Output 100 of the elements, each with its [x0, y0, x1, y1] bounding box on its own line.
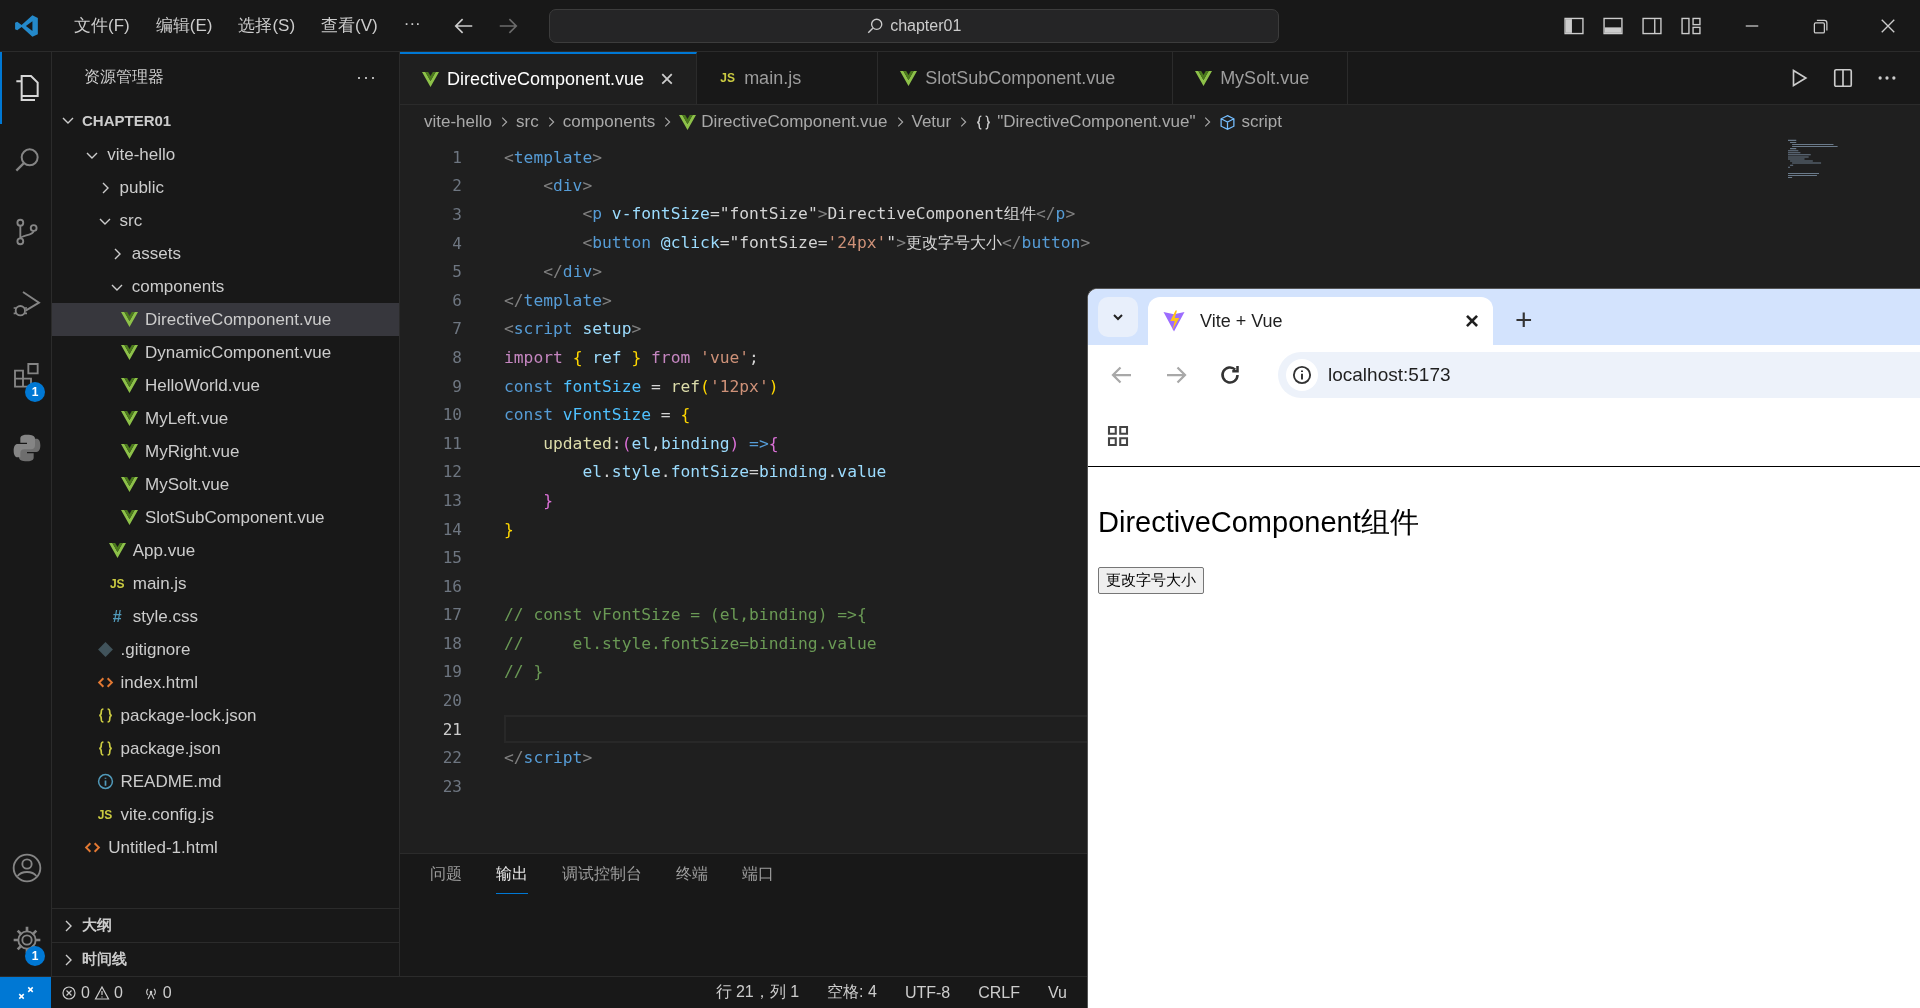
breadcrumb-item[interactable]: src: [516, 112, 539, 132]
status-item[interactable]: 空格: 4: [817, 982, 887, 1003]
js-file-icon: JS: [108, 576, 126, 591]
editor-tab[interactable]: MySolt.vue: [1173, 52, 1349, 104]
line-number: 6: [451, 290, 462, 310]
menu-item[interactable]: 选择(S): [228, 10, 306, 41]
status-item[interactable]: CRLF: [968, 982, 1030, 1003]
line-number: 23: [441, 776, 462, 796]
cube-icon: [1219, 113, 1237, 131]
reload-icon[interactable]: [1218, 363, 1242, 387]
section-header[interactable]: 大纲: [52, 908, 399, 942]
apps-grid-icon[interactable]: [1106, 423, 1130, 448]
code-line: updated:(el,binding) =>{: [542, 433, 779, 453]
menu-item[interactable]: ···: [393, 10, 431, 41]
file-tree-item[interactable]: assets: [52, 237, 399, 270]
code-line: }: [504, 519, 514, 539]
search-icon: [866, 16, 885, 35]
file-tree-item[interactable]: MyLeft.vue: [52, 402, 399, 435]
error-icon: [61, 984, 77, 1001]
file-tree-item[interactable]: components: [52, 270, 399, 303]
change-font-size-button[interactable]: 更改字号大小: [1098, 567, 1204, 594]
diamond-file-icon: [96, 641, 114, 658]
activity-bar-item[interactable]: 1: [0, 340, 51, 412]
breadcrumb-item[interactable]: "DirectiveComponent.vue": [997, 112, 1196, 132]
line-number: 2: [451, 176, 462, 196]
file-tree-item[interactable]: App.vue: [52, 534, 399, 567]
menu-item[interactable]: 查看(V): [311, 10, 388, 41]
breadcrumb-item[interactable]: script: [1241, 112, 1283, 132]
braces-file-icon: [96, 707, 114, 724]
line-number: 22: [441, 748, 462, 768]
new-tab-button[interactable]: +: [1515, 303, 1533, 337]
breadcrumb-item[interactable]: Vetur: [911, 112, 952, 132]
file-tree-item[interactable]: # style.css: [52, 600, 399, 633]
file-tree-item[interactable]: package.json: [52, 732, 399, 765]
close-tab-button[interactable]: ×: [1465, 307, 1479, 335]
close-tab-button[interactable]: ×: [660, 65, 675, 93]
account-icon: [10, 852, 43, 884]
line-number: 17: [441, 605, 462, 625]
breadcrumb-item[interactable]: components: [562, 112, 656, 132]
vue-file-icon: [121, 509, 138, 526]
editor-tab[interactable]: SlotSubComponent.vue: [878, 52, 1174, 104]
menu-item[interactable]: 文件(F): [64, 10, 140, 41]
line-number: 16: [441, 576, 462, 596]
file-tree-item[interactable]: DirectiveComponent.vue: [52, 303, 399, 336]
file-tree-item[interactable]: HelloWorld.vue: [52, 369, 399, 402]
panel-tab[interactable]: 问题: [430, 864, 462, 893]
page-paragraph: DirectiveComponent组件: [1098, 505, 1420, 540]
file-tree-item[interactable]: README.md: [52, 765, 399, 798]
file-tree-item[interactable]: MySolt.vue: [52, 468, 399, 501]
problems-status[interactable]: 0 0: [51, 983, 133, 1002]
file-tree-item[interactable]: vite-hello: [52, 138, 399, 171]
braces-file-icon: [96, 740, 114, 757]
vue-file-icon: [1195, 69, 1213, 87]
command-search-field[interactable]: chapter01: [548, 8, 1279, 43]
file-tree-item[interactable]: JS vite.config.js: [52, 798, 399, 831]
breadcrumb-item[interactable]: DirectiveComponent.vue: [701, 112, 888, 132]
panel-tab[interactable]: 输出: [496, 864, 528, 894]
file-tree-item[interactable]: package-lock.json: [52, 699, 399, 732]
menu-item[interactable]: 编辑(E): [145, 10, 223, 41]
section-header[interactable]: CHAPTER01: [52, 102, 399, 138]
editor-tab[interactable]: DirectiveComponent.vue ×: [400, 52, 698, 104]
status-item[interactable]: Vu: [1038, 982, 1077, 1003]
more-actions-button[interactable]: ···: [356, 66, 377, 88]
file-tree-item[interactable]: MyRight.vue: [52, 435, 399, 468]
vue-file-icon: [121, 377, 138, 394]
file-tree-item[interactable]: SlotSubComponent.vue: [52, 501, 399, 534]
panel-tab[interactable]: 端口: [742, 864, 774, 893]
code-line: <p v-fontSize="fontSize">DirectiveComponent组件</p>: [581, 203, 1076, 226]
file-tree-item[interactable]: .gitignore: [52, 633, 399, 666]
file-tree-item[interactable]: JS main.js: [52, 567, 399, 600]
panel-tab[interactable]: 调试控制台: [562, 864, 642, 893]
address-bar[interactable]: localhost:5173: [1278, 352, 1920, 398]
remote-button[interactable]: [0, 977, 51, 1008]
status-item[interactable]: UTF-8: [894, 982, 961, 1003]
line-number: 10: [441, 405, 462, 425]
line-number: 4: [451, 233, 462, 253]
ports-status[interactable]: 0: [132, 983, 182, 1002]
line-number: 8: [451, 347, 462, 367]
info-icon[interactable]: [1292, 365, 1312, 385]
line-number: 14: [441, 519, 462, 539]
vue-file-icon: [121, 344, 138, 361]
file-tree-item[interactable]: index.html: [52, 666, 399, 699]
status-item[interactable]: 行 21，列 1: [705, 982, 810, 1003]
line-number: 20: [441, 691, 462, 711]
breadcrumb-item[interactable]: vite-hello: [424, 112, 493, 132]
file-tree-item[interactable]: Untitled-1.html: [52, 831, 399, 864]
code-line: el.style.fontSize=binding.value: [581, 462, 887, 482]
line-number: 19: [441, 662, 462, 682]
vue-file-icon: [121, 443, 138, 460]
braces-icon: [975, 113, 993, 131]
file-tree-item[interactable]: src: [52, 204, 399, 237]
file-tree-item[interactable]: public: [52, 171, 399, 204]
code-line: const fontSize = ref('12px'): [504, 376, 779, 396]
file-tree-item[interactable]: DynamicComponent.vue: [52, 336, 399, 369]
code-line: <script setup>: [504, 319, 642, 339]
panel-tab[interactable]: 终端: [676, 864, 708, 893]
code-line: <template>: [504, 147, 603, 167]
browser-tab[interactable]: Vite + Vue ×: [1148, 297, 1493, 345]
editor-tab[interactable]: JS main.js: [697, 52, 879, 104]
split-editor-icon[interactable]: [1832, 67, 1854, 89]
